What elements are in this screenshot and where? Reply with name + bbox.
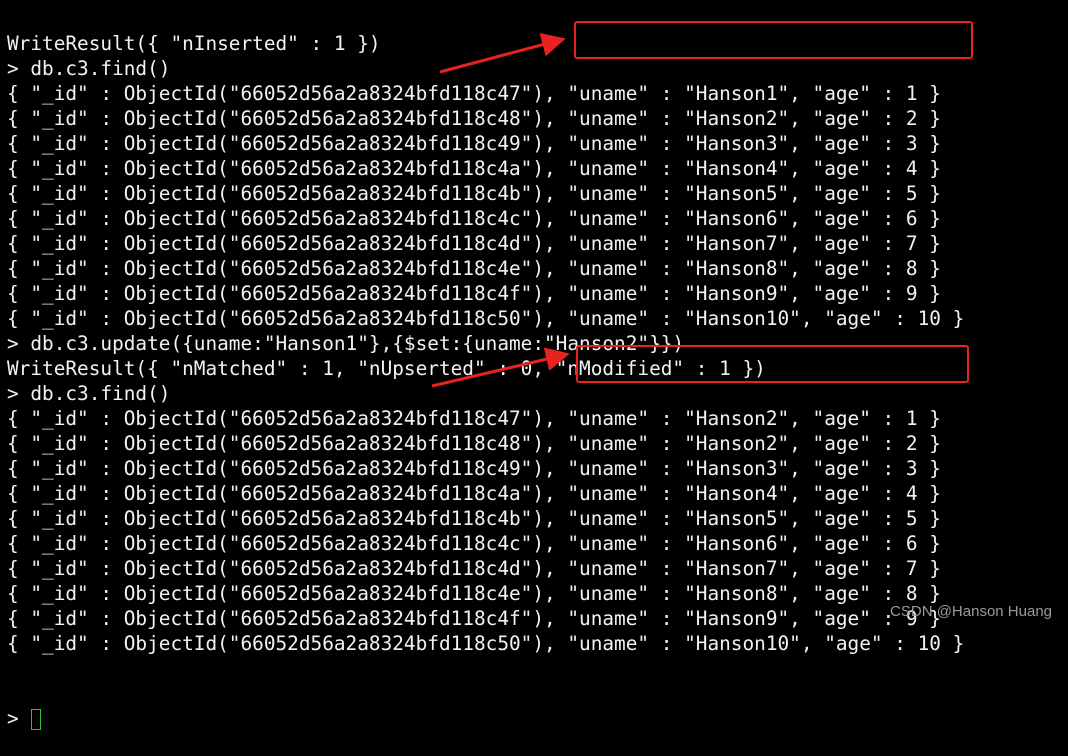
watermark: CSDN @Hanson Huang — [890, 603, 1052, 620]
arrow-icon — [431, 347, 570, 388]
prompt-line[interactable]: > — [7, 706, 964, 731]
cursor — [30, 709, 41, 730]
terminal-line: { "_id" : ObjectId("66052d56a2a8324bfd11… — [7, 632, 965, 655]
annotation-arrows — [431, 33, 570, 388]
arrow-icon — [439, 33, 566, 74]
prompt: > — [7, 707, 19, 730]
